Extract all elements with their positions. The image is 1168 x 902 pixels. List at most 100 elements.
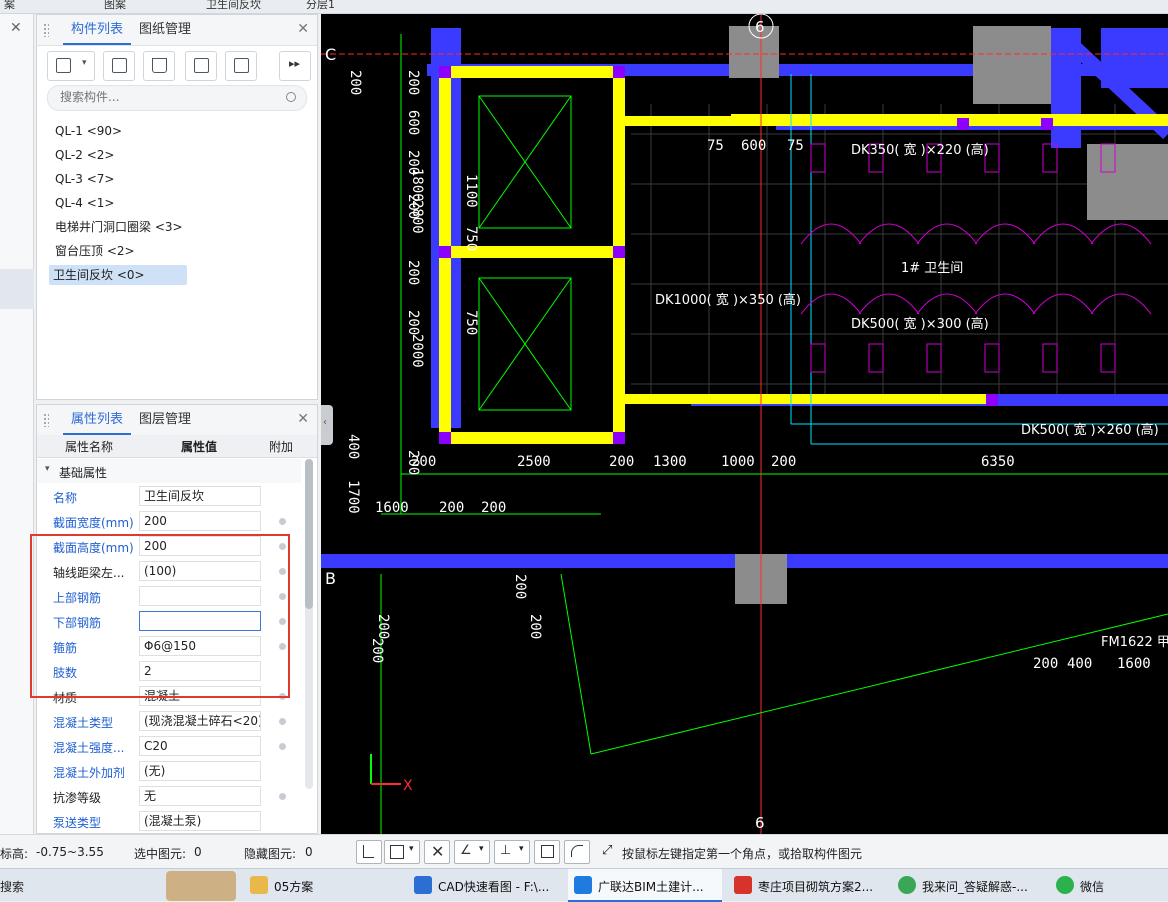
property-value-field[interactable]: 卫生间反坎: [139, 486, 261, 506]
beam-segment: [439, 66, 625, 78]
close-icon[interactable]: ✕: [10, 20, 22, 36]
taskbar-item[interactable]: 枣庄项目砌筑方案2...: [728, 869, 888, 902]
property-name: 名称: [53, 491, 78, 505]
double-chevron-icon: ▸▸: [289, 57, 301, 70]
taskbar-search[interactable]: 搜索: [0, 878, 24, 895]
selected-count-value: 0: [194, 845, 202, 859]
property-row[interactable]: 抗渗等级 无: [37, 784, 301, 809]
vertical-scrollbar[interactable]: [305, 459, 313, 789]
extra-checkbox[interactable]: [279, 743, 286, 750]
property-group-header[interactable]: ▾ 基础属性: [37, 459, 301, 483]
component-search-input[interactable]: [58, 89, 282, 105]
more-button[interactable]: ▸▸: [279, 51, 311, 81]
copy-to-floor-button[interactable]: [185, 51, 217, 81]
column-joint: [613, 66, 625, 78]
drag-handle-icon[interactable]: [43, 413, 49, 427]
display-settings-button[interactable]: [534, 840, 560, 864]
property-name: 截面宽度(mm): [53, 516, 134, 530]
list-item-selected[interactable]: 卫生间反坎 <0>: [49, 265, 187, 285]
close-icon[interactable]: ✕: [297, 21, 309, 37]
windows-taskbar: 搜索 05方案 CAD快速看图 - F:\... 广联达BIM土建计... 枣庄…: [0, 868, 1168, 902]
extra-checkbox[interactable]: [279, 718, 286, 725]
top-strip-item[interactable]: 图案: [104, 0, 126, 12]
ortho-mode-button[interactable]: [356, 840, 382, 864]
column-header-value: 属性值: [181, 440, 218, 454]
snap-mode-button[interactable]: ▾: [384, 840, 420, 864]
property-value-field[interactable]: 无: [139, 786, 261, 806]
list-item[interactable]: 窗台压顶 <2>: [51, 241, 139, 261]
offset-button[interactable]: ⊥ ▾: [494, 840, 530, 864]
selected-count-label: 选中图元:: [134, 847, 187, 861]
property-row[interactable]: 泵送类型 (混凝土泵): [37, 809, 301, 833]
cad-drawing-svg[interactable]: CB66200 200600200200280020018002002000200…: [321, 14, 1168, 834]
property-row[interactable]: 名称 卫生间反坎: [37, 484, 301, 509]
copy-component-button[interactable]: [103, 51, 135, 81]
property-group-label: 基础属性: [59, 466, 108, 480]
column-joint: [439, 246, 451, 258]
extra-checkbox[interactable]: [279, 518, 286, 525]
taskbar-item[interactable]: 微信: [1050, 869, 1150, 902]
tab-property-list[interactable]: 属性列表: [63, 405, 132, 435]
hidden-count-label: 隐藏图元:: [244, 847, 297, 861]
dimension-label: 200: [405, 70, 421, 95]
cad-drawing-canvas[interactable]: C B 6 6 200 200 600 200 200 2800 200 1800 200 2000 200…: [321, 14, 1168, 834]
top-strip-item[interactable]: 分层1: [306, 0, 335, 12]
top-strip-item[interactable]: 案: [4, 0, 15, 12]
delete-component-button[interactable]: [143, 51, 175, 81]
dimension-label: 2000: [409, 334, 425, 368]
dimension-label: 750: [463, 226, 479, 251]
column-joint: [439, 66, 451, 78]
tab-drawing-management[interactable]: 图纸管理: [131, 15, 199, 45]
collapse-panel-handle[interactable]: ‹: [321, 405, 333, 445]
arc-button[interactable]: [564, 840, 590, 864]
top-strip-item[interactable]: 卫生间反坎: [206, 0, 261, 12]
property-name: 混凝土外加剂: [53, 766, 126, 780]
taskbar-item[interactable]: 我来问_答疑解惑-...: [892, 869, 1042, 902]
angle-button[interactable]: ∠ ▾: [454, 840, 490, 864]
property-value-field[interactable]: (无): [139, 761, 261, 781]
leader-line: [590, 613, 1168, 755]
property-name: 抗渗等级: [53, 791, 102, 805]
property-name: 混凝土类型: [53, 716, 114, 730]
close-icon[interactable]: ✕: [297, 411, 309, 427]
property-value-field[interactable]: C20: [139, 736, 261, 756]
list-item[interactable]: 电梯井门洞口圈梁 <3>: [51, 217, 187, 237]
property-value-field[interactable]: (混凝土泵): [139, 811, 261, 831]
property-row[interactable]: 混凝土强度... C20: [37, 734, 301, 759]
taskbar-item-active[interactable]: 广联达BIM土建计...: [568, 869, 722, 902]
list-item[interactable]: QL-4 <1>: [51, 193, 118, 213]
search-icon[interactable]: [286, 92, 296, 102]
chevron-down-icon: ▾: [82, 58, 87, 68]
list-item[interactable]: QL-3 <7>: [51, 169, 118, 189]
column-header-extra: 附加: [269, 440, 294, 454]
nav-selected-item[interactable]: [0, 269, 34, 309]
elevation-value: -0.75~3.55: [36, 845, 104, 859]
taskbar-item[interactable]: 05方案: [244, 869, 394, 902]
property-row[interactable]: 混凝土类型 (现浇混凝土碎石<20): [37, 709, 301, 734]
property-row[interactable]: 混凝土外加剂 (无): [37, 759, 301, 784]
property-row[interactable]: 截面宽度(mm) 200: [37, 509, 301, 534]
property-value-field[interactable]: (现浇混凝土碎石<20): [139, 711, 261, 731]
scrollbar-thumb[interactable]: [305, 459, 313, 609]
new-component-button[interactable]: ▾: [47, 51, 95, 81]
resize-arrow-icon: ⤢: [602, 843, 613, 858]
cross-snap-button[interactable]: ✕: [424, 840, 450, 864]
tab-layer-management[interactable]: 图层管理: [131, 405, 199, 435]
axis-label-b: B: [325, 569, 336, 588]
property-value-field[interactable]: 200: [139, 511, 261, 531]
dimension-label: 1300: [653, 454, 687, 470]
column-gray: [973, 26, 1051, 104]
chevron-down-icon: ▾: [479, 844, 484, 854]
dimension-label: 400: [1067, 656, 1092, 672]
tab-component-list[interactable]: 构件列表: [63, 15, 132, 45]
drag-handle-icon[interactable]: [43, 23, 49, 37]
beam-segment: [625, 116, 731, 126]
column-joint: [1041, 118, 1053, 130]
extra-checkbox[interactable]: [279, 793, 286, 800]
list-item[interactable]: QL-2 <2>: [51, 145, 118, 165]
taskbar-item[interactable]: CAD快速看图 - F:\...: [408, 869, 560, 902]
import-component-button[interactable]: [225, 51, 257, 81]
collapse-triangle-icon[interactable]: ▾: [45, 464, 50, 474]
list-item[interactable]: QL-1 <90>: [51, 121, 126, 141]
component-search-box[interactable]: [47, 85, 307, 111]
